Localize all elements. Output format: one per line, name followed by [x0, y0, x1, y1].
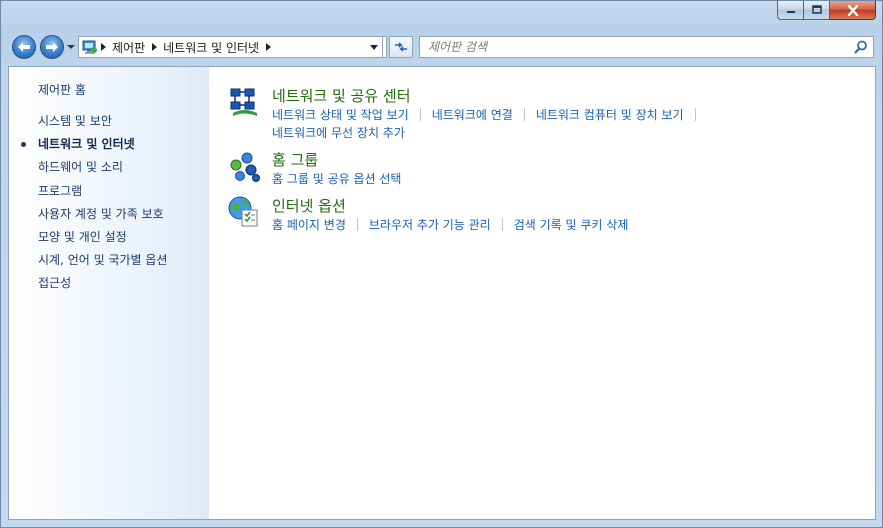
link-add-wireless-device[interactable]: 네트워크에 무선 장치 추가	[272, 124, 416, 141]
sidebar-home-link[interactable]: 제어판 홈	[38, 81, 86, 98]
arrow-right-icon	[46, 42, 58, 52]
search-input[interactable]	[420, 37, 853, 57]
address-history-dropdown[interactable]	[365, 36, 383, 58]
search-box	[419, 36, 874, 58]
sidebar-item-programs[interactable]: 프로그램	[38, 183, 167, 206]
breadcrumb-control-panel[interactable]: 제어판	[108, 39, 149, 56]
link-homegroup-sharing-options[interactable]: 홈 그룹 및 공유 옵션 선택	[272, 170, 412, 187]
maximize-button[interactable]	[804, 1, 830, 20]
recent-pages-dropdown[interactable]	[67, 43, 75, 51]
category-title[interactable]: 인터넷 옵션	[272, 195, 346, 216]
breadcrumb-separator[interactable]	[98, 37, 108, 57]
back-button[interactable]	[12, 35, 36, 59]
sidebar-item-hardware-sound[interactable]: 하드웨어 및 소리	[38, 159, 167, 182]
chevron-down-icon	[67, 45, 75, 49]
sidebar-item-accessibility[interactable]: 접근성	[38, 275, 167, 298]
search-icon[interactable]	[853, 39, 869, 55]
sidebar-category-list: 시스템 및 보안 네트워크 및 인터넷 하드웨어 및 소리 프로그램 사용자 계…	[21, 113, 167, 299]
breadcrumb-separator[interactable]	[149, 37, 159, 57]
sidebar-item-label: 시계, 언어 및 국가별 옵션	[38, 253, 168, 268]
control-panel-icon	[82, 39, 98, 55]
sidebar-item-appearance[interactable]: 모양 및 개인 설정	[38, 229, 167, 252]
network-center-icon[interactable]	[227, 85, 261, 119]
main-panel: 네트워크 및 공유 센터 네트워크 상태 및 작업 보기 네트워크에 연결 네트…	[209, 67, 875, 519]
sidebar-item-user-accounts[interactable]: 사용자 계정 및 가족 보호	[38, 206, 167, 229]
link-divider	[356, 217, 358, 231]
refresh-icon	[395, 42, 407, 52]
category-title[interactable]: 홈 그룹	[272, 149, 318, 170]
control-panel-window: 제어판 네트워크 및 인터넷 제어판 홈 시스템 및 보안 네트워크 및 인터넷…	[0, 0, 883, 528]
close-button[interactable]	[830, 1, 876, 20]
link-divider	[501, 217, 503, 231]
chevron-right-icon	[265, 43, 271, 51]
sidebar-item-label: 사용자 계정 및 가족 보호	[38, 206, 164, 221]
sidebar-item-label: 접근성	[38, 276, 72, 291]
close-icon	[847, 4, 858, 16]
sidebar-item-label: 하드웨어 및 소리	[38, 160, 123, 175]
sidebar-item-label: 프로그램	[38, 183, 83, 198]
homegroup-icon[interactable]	[227, 149, 261, 183]
address-bar[interactable]: 제어판 네트워크 및 인터넷	[78, 36, 387, 58]
maximize-icon	[811, 5, 822, 14]
content-area: 제어판 홈 시스템 및 보안 네트워크 및 인터넷 하드웨어 및 소리 프로그램…	[8, 66, 876, 520]
link-divider	[694, 107, 696, 121]
sidebar-item-label: 모양 및 개인 설정	[38, 229, 127, 244]
chevron-right-icon	[151, 43, 157, 51]
category-title[interactable]: 네트워크 및 공유 센터	[272, 85, 411, 106]
link-divider	[419, 107, 421, 121]
sidebar-item-label: 네트워크 및 인터넷	[38, 137, 135, 152]
sidebar: 제어판 홈 시스템 및 보안 네트워크 및 인터넷 하드웨어 및 소리 프로그램…	[9, 67, 209, 519]
link-delete-browsing-history[interactable]: 검색 기록 및 쿠키 삭제	[514, 216, 640, 233]
chevron-right-icon	[100, 43, 106, 51]
sidebar-item-network-internet: 네트워크 및 인터넷	[21, 136, 167, 159]
forward-button[interactable]	[40, 35, 64, 59]
refresh-button[interactable]	[389, 36, 413, 58]
internet-options-icon[interactable]	[227, 195, 261, 229]
sidebar-item-label: 시스템 및 보안	[38, 114, 112, 128]
breadcrumb-separator[interactable]	[263, 37, 273, 57]
sidebar-item-system-security[interactable]: 시스템 및 보안	[38, 113, 167, 136]
link-manage-browser-addons[interactable]: 브라우저 추가 기능 관리	[369, 216, 502, 233]
minimize-icon	[786, 11, 795, 13]
link-change-home-page[interactable]: 홈 페이지 변경	[272, 216, 357, 233]
chevron-down-icon	[369, 44, 378, 50]
caption-buttons	[777, 1, 876, 21]
breadcrumb-network-internet[interactable]: 네트워크 및 인터넷	[159, 39, 263, 56]
link-view-network-computers[interactable]: 네트워크 컴퓨터 및 장치 보기	[536, 106, 695, 123]
link-connect-to-network[interactable]: 네트워크에 연결	[432, 106, 524, 123]
minimize-button[interactable]	[777, 1, 804, 20]
link-divider	[523, 107, 525, 121]
link-view-network-status[interactable]: 네트워크 상태 및 작업 보기	[272, 106, 420, 123]
category-links: 홈 페이지 변경 브라우저 추가 기능 관리 검색 기록 및 쿠키 삭제	[272, 215, 639, 233]
category-links: 네트워크 상태 및 작업 보기 네트워크에 연결 네트워크 컴퓨터 및 장치 보…	[272, 105, 707, 141]
current-bullet-icon	[21, 142, 26, 148]
category-links: 홈 그룹 및 공유 옵션 선택	[272, 169, 412, 187]
arrow-left-icon	[18, 42, 30, 52]
sidebar-item-clock-region[interactable]: 시계, 언어 및 국가별 옵션	[38, 252, 167, 275]
